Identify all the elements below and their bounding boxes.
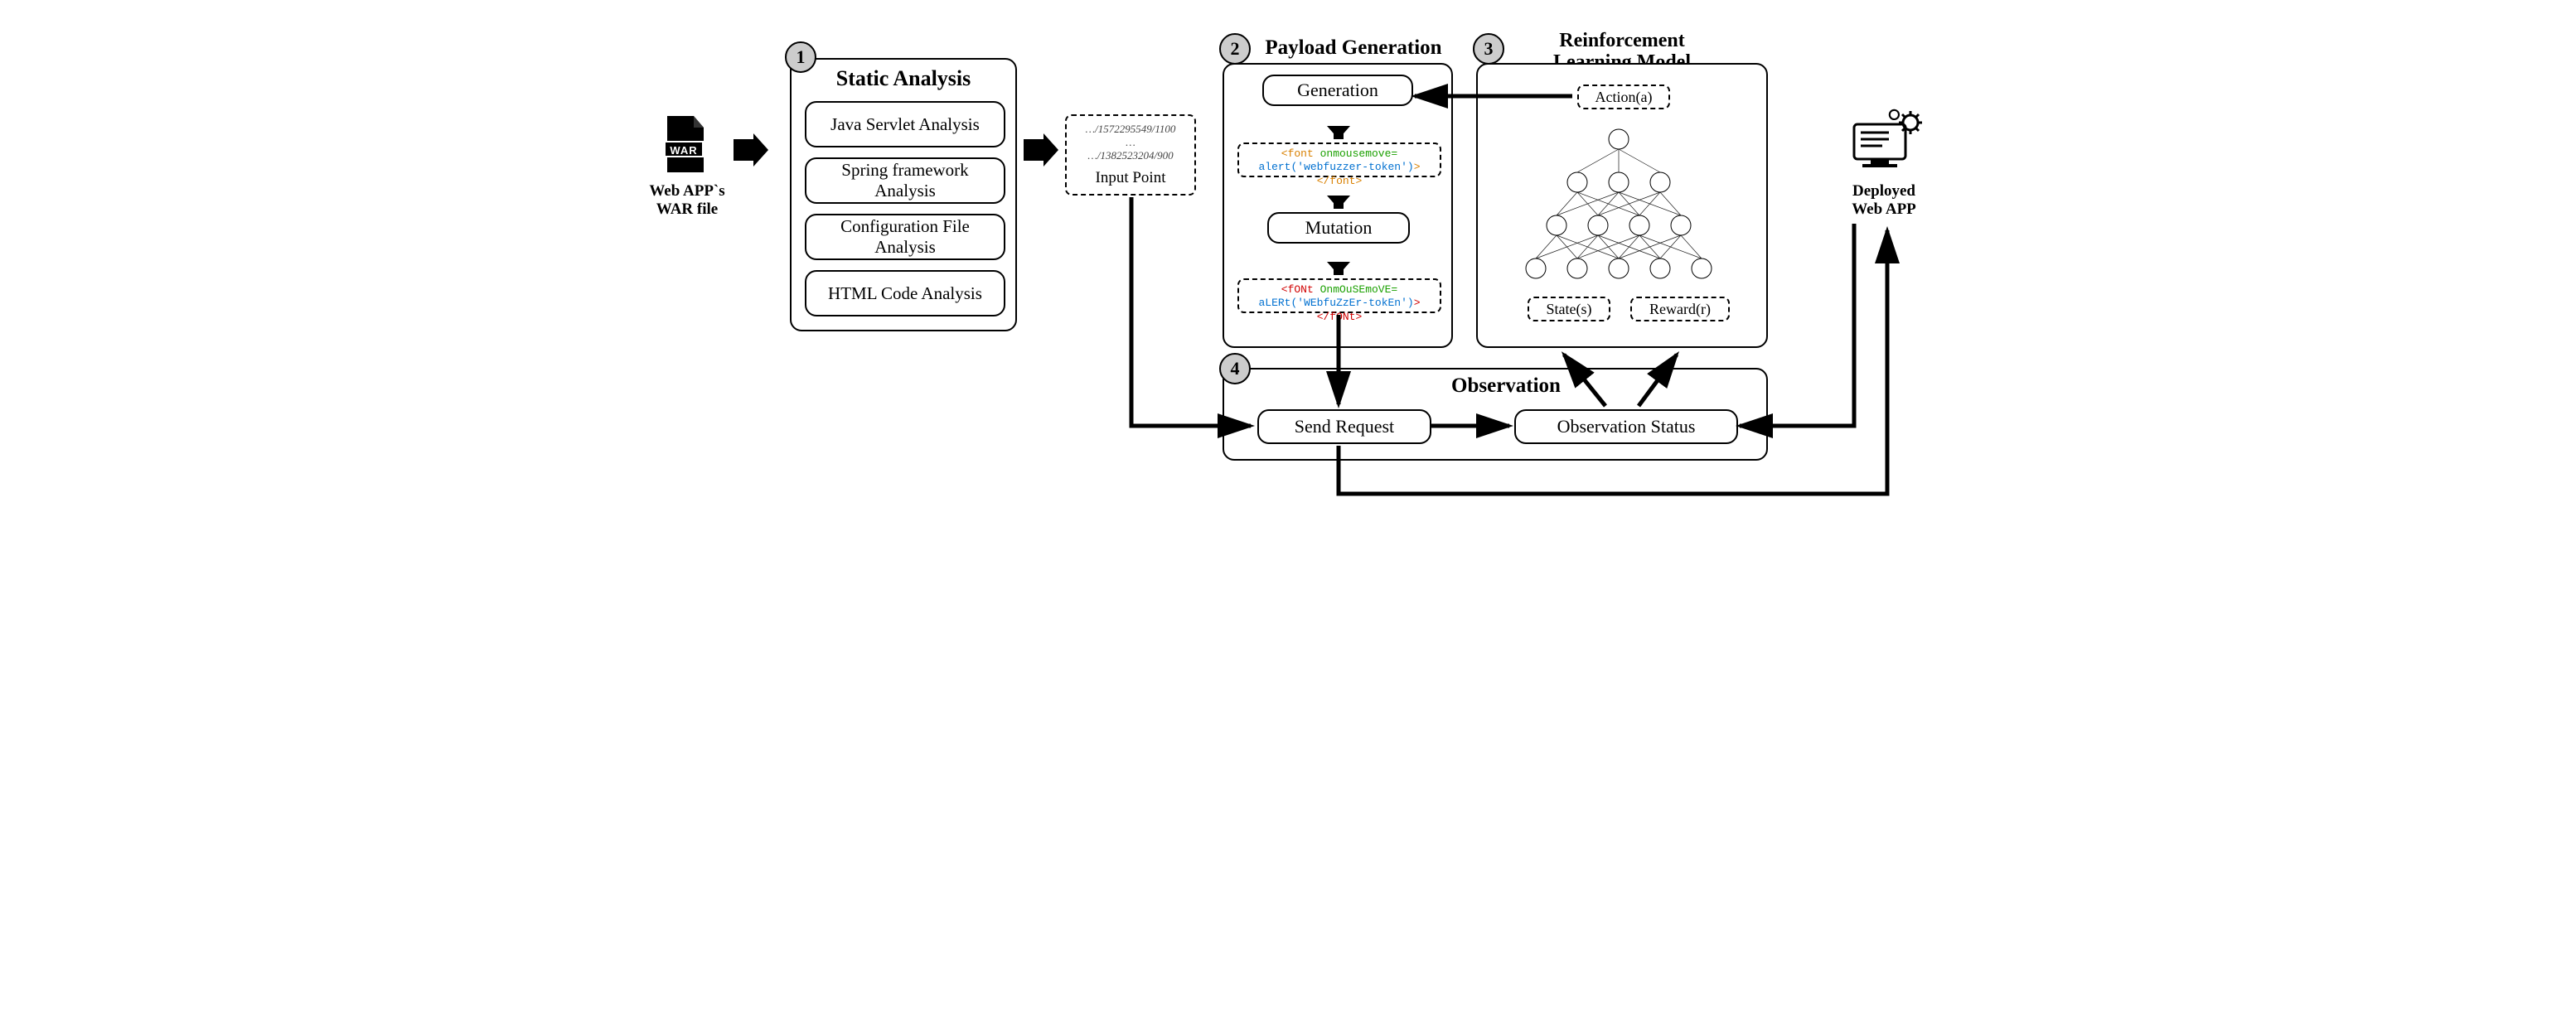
input-line-2: …/1382523204/900: [1072, 149, 1189, 162]
war-badge-text: WAR: [661, 144, 707, 157]
neural-network-icon: [1519, 119, 1728, 285]
badge-4: 4: [1219, 353, 1251, 384]
arrow-gen-to-payload1: [1327, 126, 1350, 139]
input-point-box: …/1572295549/1100 … …/1382523204/900 Inp…: [1065, 114, 1196, 196]
arrow-payload1-to-mutation: [1327, 196, 1350, 209]
input-line-0: …/1572295549/1100: [1072, 119, 1189, 136]
panel-payload-generation: Generation <font onmousemove= alert('web…: [1223, 63, 1453, 348]
item-html: HTML Code Analysis: [805, 270, 1005, 316]
arrow-static-to-input: [1024, 139, 1043, 161]
arrow-war-to-static: [734, 139, 753, 161]
panel-static-analysis: Static Analysis Java Servlet Analysis Sp…: [790, 58, 1017, 331]
reward-box: Reward(r): [1630, 297, 1730, 321]
observation-status-box: Observation Status: [1514, 409, 1738, 444]
deployed-app-icon: [1849, 108, 1924, 174]
panel2-title: Payload Generation: [1254, 36, 1453, 60]
input-line-1: …: [1072, 136, 1189, 149]
diagram-canvas: WAR Web APP`s WAR file 1 Static Analysis…: [644, 33, 1932, 545]
item-spring: Spring framework Analysis: [805, 157, 1005, 204]
deployed-app-label: Deployed Web APP: [1834, 182, 1934, 219]
war-file-label: Web APP`s WAR file: [637, 182, 737, 219]
badge-2: 2: [1219, 33, 1251, 65]
panel-rl-model: Action(a): [1476, 63, 1768, 348]
panel4-title: Observation: [1423, 374, 1589, 398]
badge-1: 1: [785, 41, 816, 73]
input-point-label: Input Point: [1072, 162, 1189, 187]
state-box: State(s): [1528, 297, 1610, 321]
mutation-box: Mutation: [1267, 212, 1410, 244]
payload-mut-code: <fONt OnmOuSEmoVE= aLERt('WEbfuZzEr-tokE…: [1237, 278, 1441, 313]
arrow-mutation-to-payload2: [1327, 262, 1350, 275]
badge-3: 3: [1473, 33, 1504, 65]
payload-gen-code: <font onmousemove= alert('webfuzzer-toke…: [1237, 142, 1441, 177]
generation-box: Generation: [1262, 75, 1413, 106]
war-file-icon: WAR: [661, 116, 707, 176]
action-box: Action(a): [1577, 85, 1670, 109]
send-request-box: Send Request: [1257, 409, 1431, 444]
panel1-title: Static Analysis: [792, 66, 1015, 91]
panel-observation: Observation Send Request Observation Sta…: [1223, 368, 1768, 461]
item-config: Configuration File Analysis: [805, 214, 1005, 260]
item-java-servlet: Java Servlet Analysis: [805, 101, 1005, 147]
